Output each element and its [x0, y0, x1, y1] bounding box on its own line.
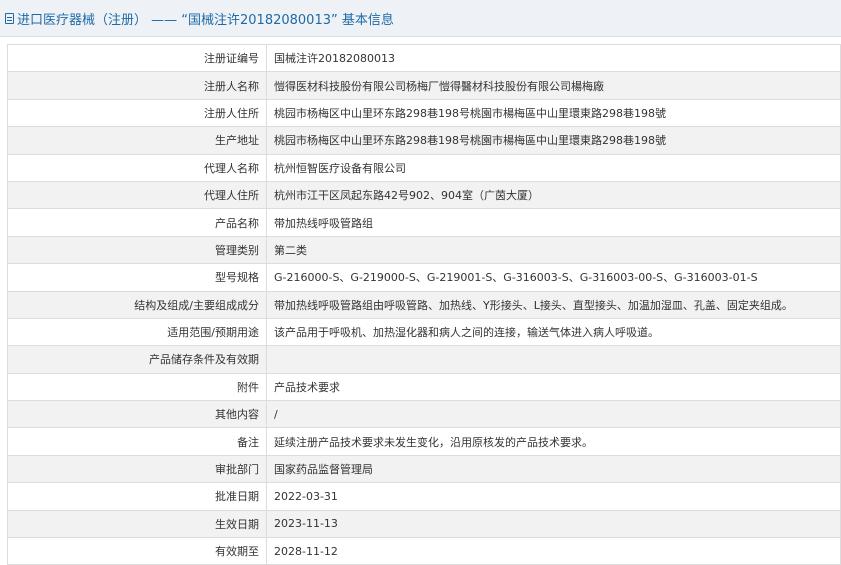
row-value: 2023-11-13	[266, 509, 841, 539]
row-value: /	[266, 400, 841, 429]
row-value: 带加热线呼吸管路组由呼吸管路、加热线、Y形接头、L接头、直型接头、加温加湿皿、孔…	[266, 290, 841, 319]
detail-table: 注册证编号 国械注许20182080013 注册人名称 愷得医材科技股份有限公司杨梅…	[7, 43, 841, 565]
table-row: 其他内容 /	[7, 400, 841, 429]
table-row: 注册人住所 桃园市杨梅区中山里环东路298巷198号桃園市楊梅區中山里環東路298…	[7, 98, 841, 128]
row-label: 注册人住所	[7, 98, 267, 128]
row-label: 代理人住所	[7, 180, 267, 210]
table-row: 注册人名称 愷得医材科技股份有限公司杨梅厂愷得醫材科技股份有限公司楊梅廠	[7, 71, 841, 100]
row-value: 国械注许20182080013	[266, 43, 841, 73]
row-label: 生产地址	[7, 126, 267, 155]
detail-table-container: 注册证编号 国械注许20182080013 注册人名称 愷得医材科技股份有限公司杨梅…	[0, 37, 841, 565]
table-row: 附件 产品技术要求	[7, 372, 841, 402]
row-value: 延续注册产品技术要求未发生变化，沿用原核发的产品技术要求。	[266, 427, 841, 456]
row-label: 附件	[7, 372, 267, 402]
row-label: 结构及组成/主要组成成分	[7, 290, 267, 319]
row-label: 有效期至	[7, 537, 267, 565]
document-icon	[5, 12, 14, 24]
table-row: 适用范围/预期用途 该产品用于呼吸机、加热湿化器和病人之间的连接，输送气体进入病人…	[7, 317, 841, 347]
row-label: 审批部门	[7, 454, 267, 484]
row-value	[266, 345, 841, 374]
row-label: 其他内容	[7, 400, 267, 429]
breadcrumb: 进口医疗器械（注册） —— “国械注许20182080013” 基本信息	[17, 12, 394, 28]
table-row: 备注 延续注册产品技术要求未发生变化，沿用原核发的产品技术要求。	[7, 427, 841, 456]
row-value: 2028-11-12	[266, 537, 841, 565]
row-label: 注册证编号	[7, 43, 267, 73]
row-value: 桃园市杨梅区中山里环东路298巷198号桃園市楊梅區中山里環東路298巷198號	[266, 126, 841, 155]
row-label: 产品名称	[7, 208, 267, 237]
table-row: 代理人住所 杭州市江干区凤起东路42号902、904室（广茵大厦）	[7, 180, 841, 210]
table-row: 有效期至 2028-11-12	[7, 537, 841, 565]
row-label: 代理人名称	[7, 153, 267, 182]
table-row: 注册证编号 国械注许20182080013	[7, 43, 841, 73]
row-label: 适用范围/预期用途	[7, 317, 267, 347]
row-label: 注册人名称	[7, 71, 267, 100]
row-value: 愷得医材科技股份有限公司杨梅厂愷得醫材科技股份有限公司楊梅廠	[266, 71, 841, 100]
page-header: 进口医疗器械（注册） —— “国械注许20182080013” 基本信息	[0, 0, 841, 37]
row-value: 第二类	[266, 235, 841, 265]
row-label: 产品储存条件及有效期	[7, 345, 267, 374]
table-row: 产品储存条件及有效期	[7, 345, 841, 374]
row-value: 带加热线呼吸管路组	[266, 208, 841, 237]
row-value: 杭州恒智医疗设备有限公司	[266, 153, 841, 182]
table-row: 产品名称 带加热线呼吸管路组	[7, 208, 841, 237]
row-value: G-216000-S、G-219000-S、G-219001-S、G-31600…	[266, 263, 841, 292]
row-value: 产品技术要求	[266, 372, 841, 402]
row-label: 管理类别	[7, 235, 267, 265]
table-row: 管理类别 第二类	[7, 235, 841, 265]
table-row: 代理人名称 杭州恒智医疗设备有限公司	[7, 153, 841, 182]
row-label: 备注	[7, 427, 267, 456]
table-row: 审批部门 国家药品监督管理局	[7, 454, 841, 484]
row-value: 该产品用于呼吸机、加热湿化器和病人之间的连接，输送气体进入病人呼吸道。	[266, 317, 841, 347]
table-row: 生效日期 2023-11-13	[7, 509, 841, 539]
row-label: 批准日期	[7, 482, 267, 511]
table-row: 型号规格 G-216000-S、G-219000-S、G-219001-S、G-3…	[7, 263, 841, 292]
row-value: 2022-03-31	[266, 482, 841, 511]
table-row: 生产地址 桃园市杨梅区中山里环东路298巷198号桃園市楊梅區中山里環東路298巷…	[7, 126, 841, 155]
row-label: 生效日期	[7, 509, 267, 539]
row-value: 杭州市江干区凤起东路42号902、904室（广茵大厦）	[266, 180, 841, 210]
row-value: 桃园市杨梅区中山里环东路298巷198号桃園市楊梅區中山里環東路298巷198號	[266, 98, 841, 128]
table-row: 结构及组成/主要组成成分 带加热线呼吸管路组由呼吸管路、加热线、Y形接头、L接头、…	[7, 290, 841, 319]
row-value: 国家药品监督管理局	[266, 454, 841, 484]
detail-table-body: 注册证编号 国械注许20182080013 注册人名称 愷得医材科技股份有限公司杨梅…	[7, 43, 841, 565]
table-row: 批准日期 2022-03-31	[7, 482, 841, 511]
row-label: 型号规格	[7, 263, 267, 292]
